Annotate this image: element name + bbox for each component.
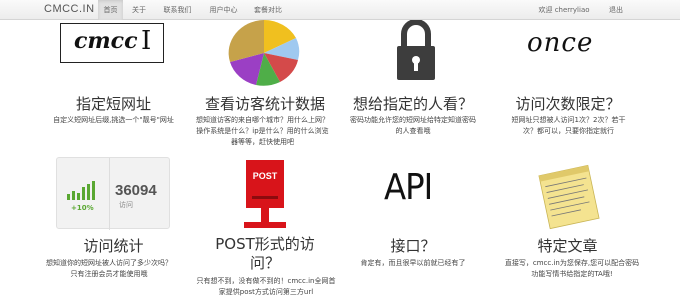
feature-title-article: 特定文章: [537, 237, 598, 255]
feature-desc-article: 直接写，cmcc.in为您保存,您可以配合密码功能写情书给指定的TA哦!: [504, 259, 640, 278]
feature-title-visit-stats: 访问统计: [83, 237, 144, 255]
bar-chart-icon: [67, 181, 95, 200]
stats-number: 36094: [115, 182, 157, 199]
mailbox-body: [246, 160, 284, 208]
padlock-icon: [397, 20, 435, 80]
feature-desc-post-access: 只有想不到，没有做不到的！cmcc.in全网首家提供post方式访问第三方url: [196, 277, 336, 296]
feature-desc-visitor-stats: 想知道访客的来自哪个城市？用什么上网？操作系统是什么？ip是什么？用的什么浏览器…: [196, 116, 329, 146]
feature-title-password: 想给指定的人看？: [352, 95, 473, 113]
sticky-note-icon: [538, 164, 600, 230]
feature-title-short-url: 指定短网址: [75, 95, 151, 113]
feature-title-post-access: POST形式的访问？: [215, 235, 315, 272]
post-mailbox-icon: POST: [240, 160, 290, 230]
brand-logo[interactable]: CMCC.IN: [44, 3, 95, 15]
cmcc-logo-text: cmcc: [74, 28, 138, 54]
mailbox-base: [244, 222, 286, 228]
nav-plans[interactable]: 套餐对比: [246, 0, 290, 20]
mailbox-slot: [252, 196, 278, 199]
pie-chart-icon: [228, 20, 300, 86]
api-text-icon: API: [384, 167, 433, 208]
stats-change: +10%: [71, 204, 94, 212]
logout-link[interactable]: 退出: [606, 0, 626, 20]
welcome-user[interactable]: 欢迎 cherryliao: [534, 0, 594, 20]
feature-desc-visit-stats: 想知道你的短网址被人访问了多少次吗？只有注册会员才能使用哦: [46, 259, 172, 278]
feature-desc-short-url: 自定义短网址后缀,挑选一个"靓号"网址: [53, 116, 174, 124]
cmcc-logo-icon: cmcc I: [60, 23, 164, 63]
mailbox-post: [261, 208, 269, 222]
stats-divider: [109, 158, 110, 230]
mailbox-post-label: POST: [252, 171, 278, 181]
top-navbar: CMCC.IN 首页 关于 联系我们 用户中心 套餐对比 欢迎 cherryli…: [0, 0, 680, 20]
nav-contact[interactable]: 联系我们: [155, 0, 200, 20]
nav-user-center[interactable]: 用户中心: [202, 0, 245, 20]
feature-title-visitor-stats: 查看访客统计数据: [204, 95, 325, 113]
feature-desc-password: 密码功能允许您的短网址给特定知道密码的人查看哦: [350, 116, 476, 135]
stats-label: 访问: [119, 201, 133, 209]
once-text-icon: once: [527, 28, 594, 58]
stats-widget-icon: +10% 36094 访问: [56, 157, 170, 230]
feature-desc-api: 肯定有，而且很早以前就已经有了: [360, 259, 466, 267]
nav-home[interactable]: 首页: [98, 0, 123, 20]
nav-about[interactable]: 关于: [126, 0, 152, 20]
feature-title-api: 接口？: [390, 237, 436, 255]
feature-desc-visit-limit: 短网址只想被人访问1次？2次？若干次？都可以，只要你指定就行: [511, 116, 626, 135]
feature-title-visit-limit: 访问次数限定？: [515, 95, 621, 113]
text-cursor-icon: I: [141, 26, 152, 56]
